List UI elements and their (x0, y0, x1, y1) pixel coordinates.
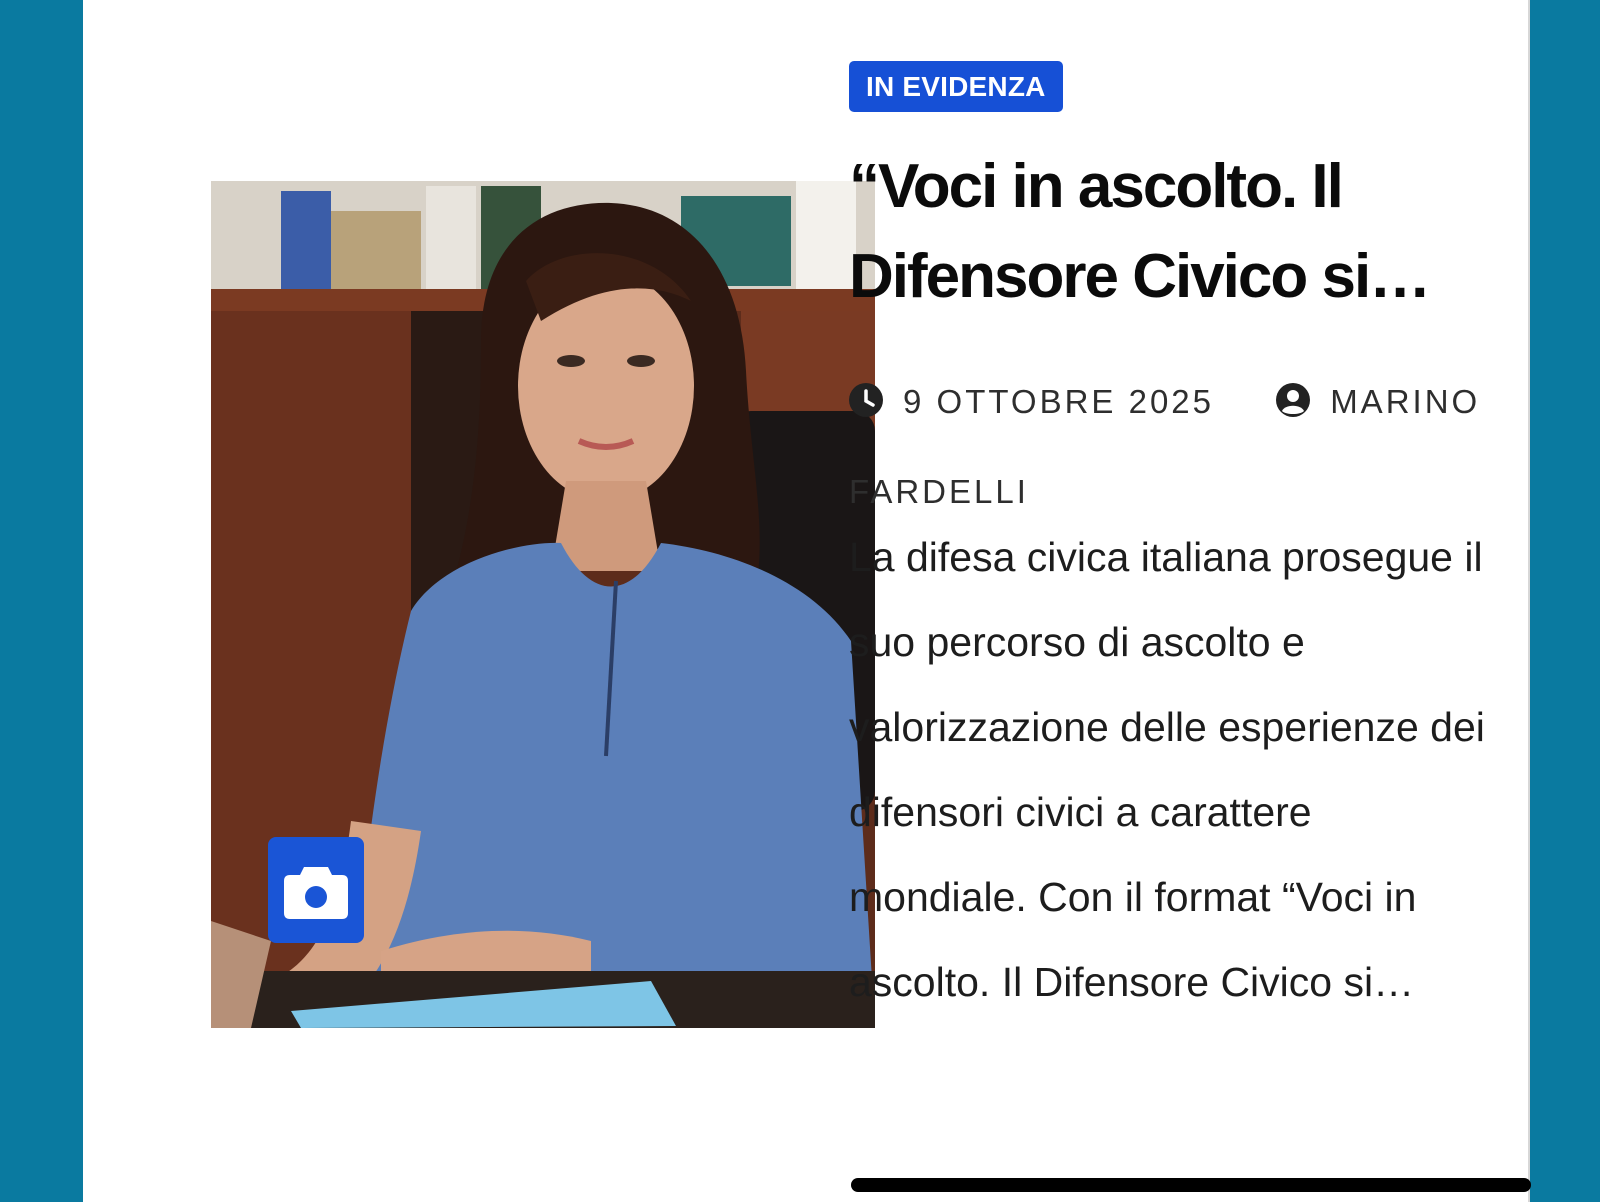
user-circle-icon (1276, 383, 1311, 417)
date-item: 9 OTTOBRE 2025 (849, 383, 1214, 420)
scroll-indicator (851, 1178, 1531, 1192)
clock-icon (849, 383, 883, 417)
article-title[interactable]: “Voci in ascolto. Il Difensore Civico si… (849, 142, 1489, 322)
gallery-button[interactable] (268, 837, 364, 943)
article-meta: 9 OTTOBRE 2025 MARINO FARDELLI (849, 357, 1489, 537)
article-card: IN EVIDENZA “Voci in ascolto. Il Difenso… (83, 0, 1531, 1202)
publish-date: 9 OTTOBRE 2025 (903, 383, 1215, 420)
article-excerpt: La difesa civica italiana prosegue il su… (849, 534, 1485, 1005)
category-badge[interactable]: IN EVIDENZA (849, 61, 1063, 112)
camera-icon (284, 867, 348, 919)
article-thumbnail[interactable] (211, 181, 875, 1028)
